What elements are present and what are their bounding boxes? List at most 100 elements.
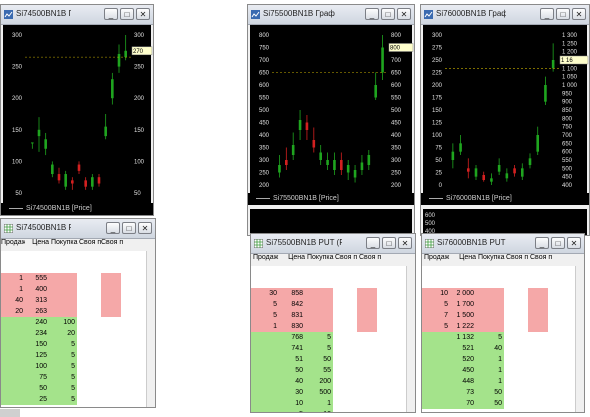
orderbook-window-si76000[interactable]: Si76000BN1B PUT _ □ ✕ Продаж Цена Покупк… (421, 233, 585, 413)
buy-cell[interactable]: 5 (49, 394, 77, 405)
price-cell[interactable] (25, 251, 49, 262)
maximize-button[interactable]: □ (382, 237, 396, 249)
table-row[interactable]: 768 5 (251, 332, 407, 343)
price-cell[interactable]: 450 (450, 365, 476, 376)
col-buy[interactable]: Покупка (478, 254, 506, 266)
vertical-scrollbar[interactable] (575, 266, 584, 412)
buy-cell[interactable] (49, 306, 77, 317)
sell-cell[interactable] (422, 332, 450, 343)
sell-cell[interactable] (1, 262, 25, 273)
table-row[interactable]: 450 1 (422, 365, 576, 376)
buy-cell[interactable] (49, 284, 77, 295)
chart-window-si76000[interactable]: Si76000BN1B Графи _ □ ✕ 300 275 250 225 200 1… (420, 4, 590, 236)
sell-cell[interactable]: 1 (251, 321, 279, 332)
minimize-button[interactable]: _ (540, 8, 554, 20)
orderbook-window-si75500[interactable]: Si75500BN1B PUT (F _ □ ✕ Продаж Цена Пок… (250, 233, 416, 413)
buy-cell[interactable]: 40 (476, 343, 504, 354)
price-cell[interactable]: 831 (279, 310, 305, 321)
maximize-button[interactable]: □ (381, 8, 395, 20)
own-order-cell[interactable] (528, 310, 548, 321)
own-order-cell[interactable] (101, 273, 121, 284)
sell-cell[interactable] (422, 398, 450, 409)
col-sell[interactable]: Продаж (1, 239, 25, 251)
buy-cell[interactable]: 1 (476, 354, 504, 365)
table-row[interactable]: 50 55 (251, 365, 407, 376)
own-order-cell[interactable] (528, 321, 548, 332)
chart-window-si75500[interactable]: Si75500BN1B График _ □ ✕ 800 750 700 650 600… (247, 4, 415, 236)
maximize-button[interactable]: □ (120, 8, 134, 20)
minimize-button[interactable]: _ (365, 8, 379, 20)
price-cell[interactable]: 1 700 (450, 299, 476, 310)
buy-cell[interactable] (476, 288, 504, 299)
buy-cell[interactable]: 5 (476, 332, 504, 343)
title-bar[interactable]: Si74500BN1B Граф _ □ ✕ (1, 5, 153, 25)
price-cell[interactable]: 51 (279, 354, 305, 365)
sell-cell[interactable] (422, 376, 450, 387)
own-order-cell[interactable] (357, 288, 377, 299)
buy-cell[interactable] (476, 321, 504, 332)
minimize-button[interactable]: _ (106, 222, 120, 234)
buy-cell[interactable] (476, 310, 504, 321)
sell-cell[interactable] (1, 383, 25, 394)
buy-cell[interactable]: 1 (476, 376, 504, 387)
col-sell[interactable]: Продаж (422, 254, 450, 266)
table-row[interactable]: 20 263 (1, 306, 147, 317)
col-buy[interactable]: Покупка (307, 254, 335, 266)
price-cell[interactable]: 75 (25, 372, 49, 383)
orderbook-table[interactable]: 1 555 1 400 40 313 20 263 240 100 234 20 150 5 125 5 100… (1, 251, 147, 407)
sell-cell[interactable] (251, 409, 279, 412)
col-own-1[interactable]: Своя п (335, 254, 359, 266)
table-row[interactable]: 510 (251, 409, 407, 412)
sell-cell[interactable] (251, 266, 279, 277)
table-row[interactable]: 51 222 (422, 321, 576, 332)
table-row[interactable]: 1 132 5 (422, 332, 576, 343)
table-row[interactable] (251, 277, 407, 288)
own-order-cell[interactable] (528, 299, 548, 310)
maximize-button[interactable]: □ (551, 237, 565, 249)
table-row[interactable]: 73 50 (422, 387, 576, 398)
title-bar[interactable]: Si75500BN1B PUT (F _ □ ✕ (251, 234, 415, 254)
chart-window-si74500[interactable]: Si74500BN1B Граф _ □ ✕ 300 250 200 150 100 50… (0, 4, 154, 216)
table-row[interactable]: 5 842 (251, 299, 407, 310)
price-chart[interactable]: 300 250 200 150 100 50 300 250 200 150 100 50 270 (3, 25, 153, 203)
table-row[interactable]: 150 5 (1, 339, 147, 350)
sell-cell[interactable] (1, 339, 25, 350)
buy-cell[interactable]: 5 (49, 350, 77, 361)
price-cell[interactable]: 100 (25, 361, 49, 372)
sell-cell[interactable]: 5 (251, 310, 279, 321)
buy-cell[interactable]: 1 (476, 365, 504, 376)
table-row[interactable]: 10 2 000 (422, 288, 576, 299)
buy-cell[interactable] (49, 262, 77, 273)
price-chart[interactable]: 800 750 700 650 600 550 500 450 400 350 300 250 200 8… (250, 25, 414, 193)
sell-cell[interactable]: 5 (251, 299, 279, 310)
table-row[interactable]: 51 50 (251, 354, 407, 365)
col-own-1[interactable]: Своя п (79, 239, 101, 251)
price-chart[interactable]: 300 275 250 225 200 175 150 125 100 75 50 25 0 1 300 1… (423, 25, 589, 193)
orderbook-window-si74500[interactable]: Si74500BN1B PUT _ □ ✕ Продаж Цена Покупк… (0, 218, 156, 408)
own-order-cell[interactable] (101, 295, 121, 306)
table-row[interactable]: 1 830 (251, 321, 407, 332)
sell-cell[interactable] (422, 343, 450, 354)
close-button[interactable]: ✕ (397, 8, 411, 20)
close-button[interactable]: ✕ (572, 8, 586, 20)
indicator-pane[interactable]: 600 500 400 (423, 209, 587, 235)
col-own-2[interactable]: Своя п (359, 254, 383, 266)
price-cell[interactable]: 768 (279, 332, 305, 343)
col-own-2[interactable]: Своя п (530, 254, 554, 266)
buy-cell[interactable] (476, 277, 504, 288)
price-cell[interactable]: 555 (25, 273, 49, 284)
price-cell[interactable]: 313 (25, 295, 49, 306)
price-cell[interactable]: 263 (25, 306, 49, 317)
buy-cell[interactable] (305, 277, 333, 288)
table-row[interactable]: 100 5 (1, 361, 147, 372)
price-cell[interactable]: 10 (279, 398, 305, 409)
table-row[interactable]: 25 5 (1, 394, 147, 405)
price-cell[interactable]: 400 (25, 284, 49, 295)
sell-cell[interactable] (422, 365, 450, 376)
title-bar[interactable]: Si76000BN1B PUT _ □ ✕ (422, 234, 584, 254)
price-cell[interactable]: 40 (279, 376, 305, 387)
table-row[interactable]: 521 40 (422, 343, 576, 354)
price-cell[interactable]: 830 (279, 321, 305, 332)
sell-cell[interactable] (422, 277, 450, 288)
sell-cell[interactable] (251, 376, 279, 387)
